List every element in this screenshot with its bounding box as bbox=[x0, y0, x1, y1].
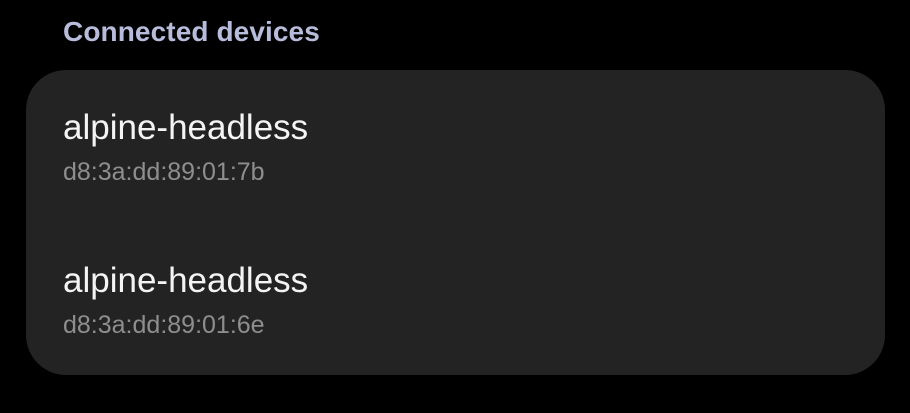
device-item[interactable]: alpine-headless d8:3a:dd:89:01:6e bbox=[26, 222, 885, 374]
device-mac-address: d8:3a:dd:89:01:6e bbox=[63, 311, 265, 339]
connected-devices-card: alpine-headless d8:3a:dd:89:01:7b alpine… bbox=[26, 70, 885, 375]
device-mac-address: d8:3a:dd:89:01:7b bbox=[63, 158, 265, 186]
device-name: alpine-headless bbox=[63, 261, 309, 300]
section-title-connected-devices: Connected devices bbox=[63, 16, 320, 47]
device-name: alpine-headless bbox=[63, 108, 309, 147]
device-item[interactable]: alpine-headless d8:3a:dd:89:01:7b bbox=[26, 70, 885, 222]
